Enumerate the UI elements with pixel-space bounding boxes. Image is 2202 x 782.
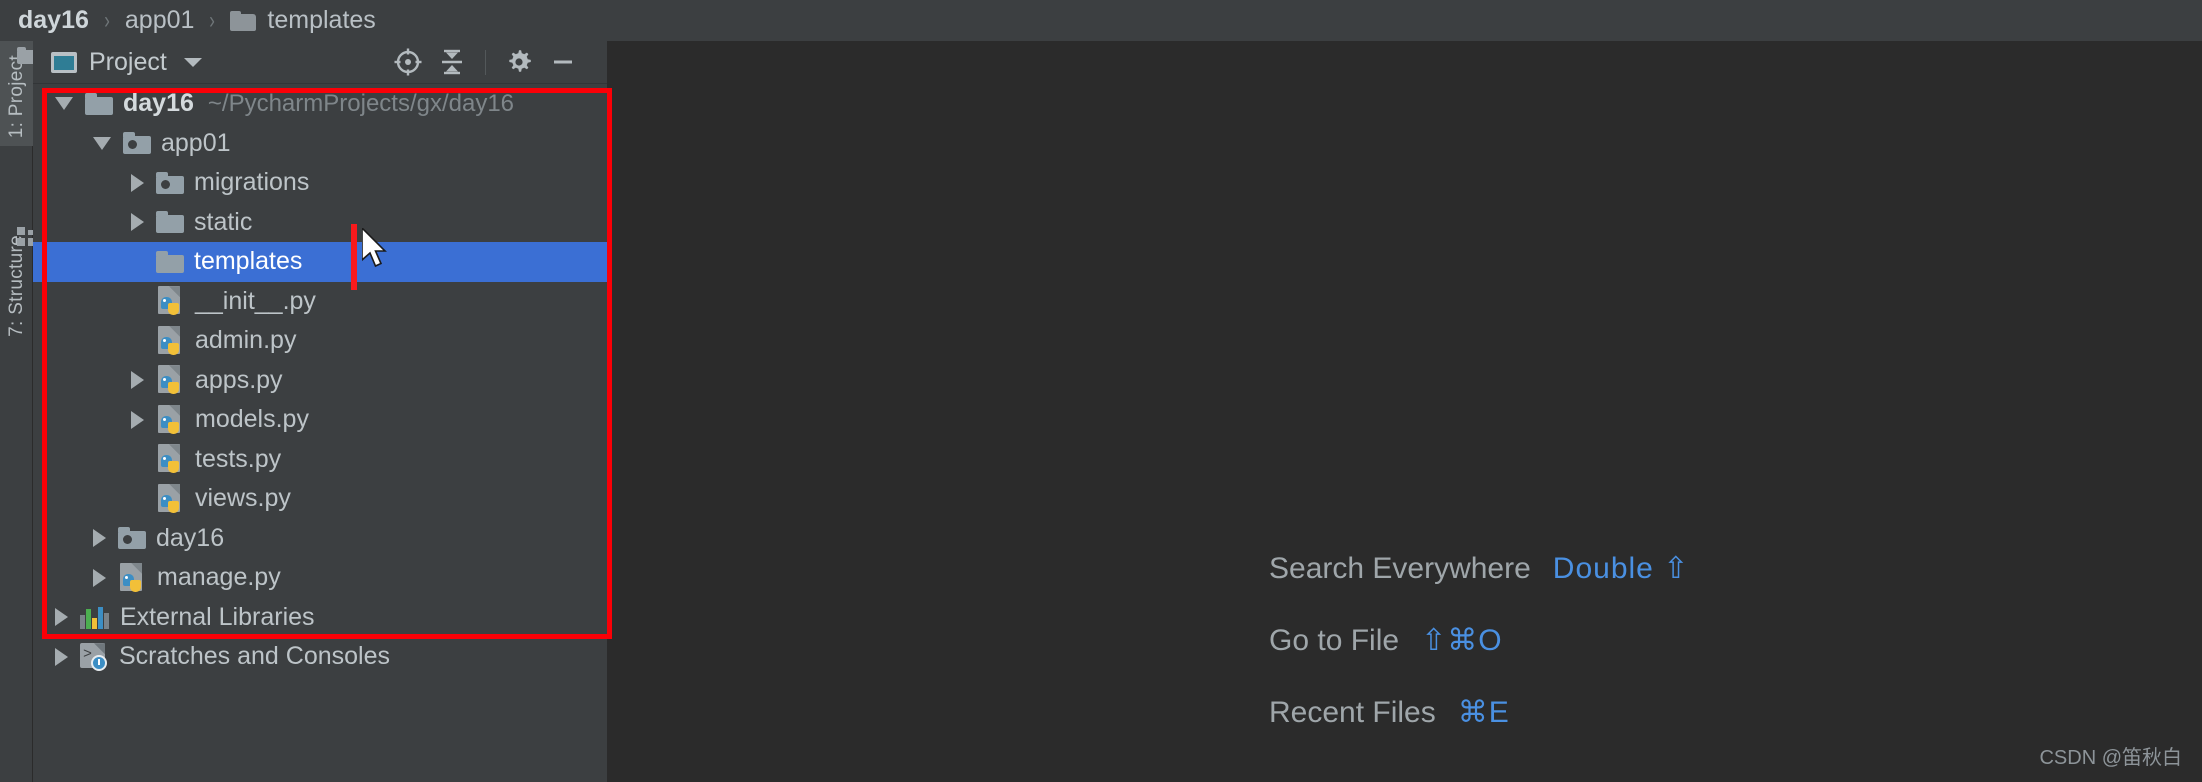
folder-icon: [156, 250, 184, 273]
tree-row-label: Scratches and Consoles: [119, 642, 390, 671]
external-libraries-icon: [80, 605, 110, 630]
tree-row[interactable]: __init__.py: [33, 282, 608, 322]
chevron-right-icon[interactable]: [93, 529, 106, 548]
chevron-right-icon[interactable]: [131, 173, 144, 192]
chevron-right-icon[interactable]: [131, 371, 144, 390]
red-caret-marker: [351, 224, 357, 290]
breadcrumb-separator: ›: [209, 6, 216, 34]
folder-icon: [156, 211, 184, 234]
shortcut-action-label: Recent Files: [1269, 696, 1436, 729]
tree-row[interactable]: manage.py: [33, 558, 608, 598]
tree-row-label: apps.py: [195, 365, 283, 394]
shortcut-hint-row: Go to File ⇧⌘O: [1269, 623, 1689, 695]
tree-row[interactable]: admin.py: [33, 321, 608, 361]
shortcut-hint-row: Recent Files ⌘E: [1269, 695, 1689, 767]
tree-row[interactable]: templates: [33, 242, 608, 282]
tree-row-label: app01: [161, 128, 231, 157]
sidebar-item-project-label: 1: Project: [5, 55, 27, 139]
module-folder-icon: [118, 527, 146, 550]
python-file-icon: [156, 286, 185, 316]
sidebar-item-structure-label: 7: Structure: [5, 235, 27, 337]
watermark: CSDN @笛秋白: [2039, 747, 2182, 769]
tree-row-label: migrations: [194, 168, 310, 197]
tree-row[interactable]: >_ Scratches and Consoles: [33, 637, 608, 677]
tree-row[interactable]: apps.py: [33, 361, 608, 401]
tree-row-label: manage.py: [157, 563, 281, 592]
chevron-right-icon[interactable]: [55, 647, 68, 666]
tree-row-label: External Libraries: [120, 602, 315, 631]
breadcrumb-item-day16[interactable]: day16: [18, 6, 89, 35]
chevron-down-icon[interactable]: [55, 97, 73, 111]
breadcrumb-item-templates[interactable]: templates: [267, 6, 375, 35]
tree-row-label: day16: [156, 523, 225, 552]
project-panel-actions: [386, 41, 607, 84]
shortcut-keys-label: Double ⇧: [1552, 552, 1690, 585]
minimize-icon[interactable]: [541, 41, 585, 84]
chevron-right-icon[interactable]: [55, 608, 68, 627]
shortcut-action-label: Go to File: [1269, 624, 1400, 657]
shortcut-keys-label: ⇧⌘O: [1421, 624, 1503, 657]
tree-row-label: tests.py: [195, 444, 282, 473]
folder-icon: [85, 92, 113, 115]
python-file-icon: [156, 483, 185, 514]
shortcut-keys-label: ⌘E: [1457, 696, 1510, 729]
project-panel-title: Project: [89, 47, 167, 76]
shortcut-hints: Search Everywhere Double ⇧ Go to File ⇧⌘O Re…: [1269, 551, 1689, 767]
project-view-icon: [51, 51, 77, 73]
tree-row-label: views.py: [195, 484, 291, 513]
project-tool-window: Project day16 ~/PycharmProjects/gx/day16…: [33, 41, 608, 782]
left-tool-window-bar: 1: Project 7: Structure: [0, 41, 36, 782]
tree-row-path: ~/PycharmProjects/gx/day16: [207, 89, 515, 117]
chevron-right-icon[interactable]: [131, 410, 144, 429]
python-file-icon: [156, 365, 185, 395]
module-folder-icon: [156, 171, 184, 194]
collapse-all-icon[interactable]: [430, 41, 474, 84]
toolbar-divider: [485, 49, 486, 75]
python-file-icon: [118, 562, 147, 593]
tree-row[interactable]: app01: [33, 124, 608, 164]
tree-row-label: models.py: [195, 405, 309, 434]
tree-row[interactable]: static: [33, 203, 608, 243]
select-opened-file-icon[interactable]: [386, 41, 430, 84]
sidebar-item-structure[interactable]: 7: Structure: [0, 221, 36, 345]
tree-row[interactable]: migrations: [33, 163, 608, 203]
project-panel-header: Project: [33, 41, 607, 84]
folder-icon: [230, 10, 257, 31]
tree-row-label: static: [194, 207, 253, 236]
shortcut-action-label: Search Everywhere: [1269, 552, 1531, 585]
module-folder-icon: [123, 132, 151, 155]
tree-row-label: templates: [194, 247, 303, 276]
chevron-down-icon[interactable]: [93, 136, 111, 150]
chevron-down-icon[interactable]: [183, 57, 202, 67]
editor-empty-area: Search Everywhere Double ⇧ Go to File ⇧⌘O Re…: [609, 41, 2202, 782]
pycharm-window: day16 › app01 › templates 1: Project 7: …: [0, 0, 2202, 782]
tree-row[interactable]: views.py: [33, 479, 608, 519]
tree-row-label: day16: [123, 89, 194, 118]
tree-row[interactable]: models.py: [33, 400, 608, 440]
mouse-cursor: [361, 226, 392, 277]
breadcrumb: day16 › app01 › templates: [0, 0, 2202, 41]
tree-row[interactable]: External Libraries: [33, 598, 608, 638]
python-file-icon: [156, 444, 185, 474]
tree-row[interactable]: day16: [33, 519, 608, 559]
tree-row[interactable]: day16 ~/PycharmProjects/gx/day16: [33, 84, 608, 124]
chevron-right-icon[interactable]: [93, 568, 106, 587]
gear-icon[interactable]: [497, 41, 541, 84]
shortcut-hint-row: Search Everywhere Double ⇧: [1269, 551, 1689, 623]
tree-row-label: __init__.py: [195, 286, 316, 315]
chevron-right-icon[interactable]: [131, 213, 144, 232]
project-tree[interactable]: day16 ~/PycharmProjects/gx/day16 app01 migr…: [33, 84, 608, 782]
python-file-icon: [156, 325, 185, 356]
scratches-icon: >_: [80, 643, 109, 672]
sidebar-item-project[interactable]: 1: Project: [0, 41, 33, 147]
breadcrumb-separator: ›: [104, 6, 110, 34]
breadcrumb-item-app01[interactable]: app01: [125, 6, 195, 35]
tree-row-label: admin.py: [195, 326, 297, 355]
tree-row[interactable]: tests.py: [33, 440, 608, 480]
python-file-icon: [156, 404, 185, 435]
